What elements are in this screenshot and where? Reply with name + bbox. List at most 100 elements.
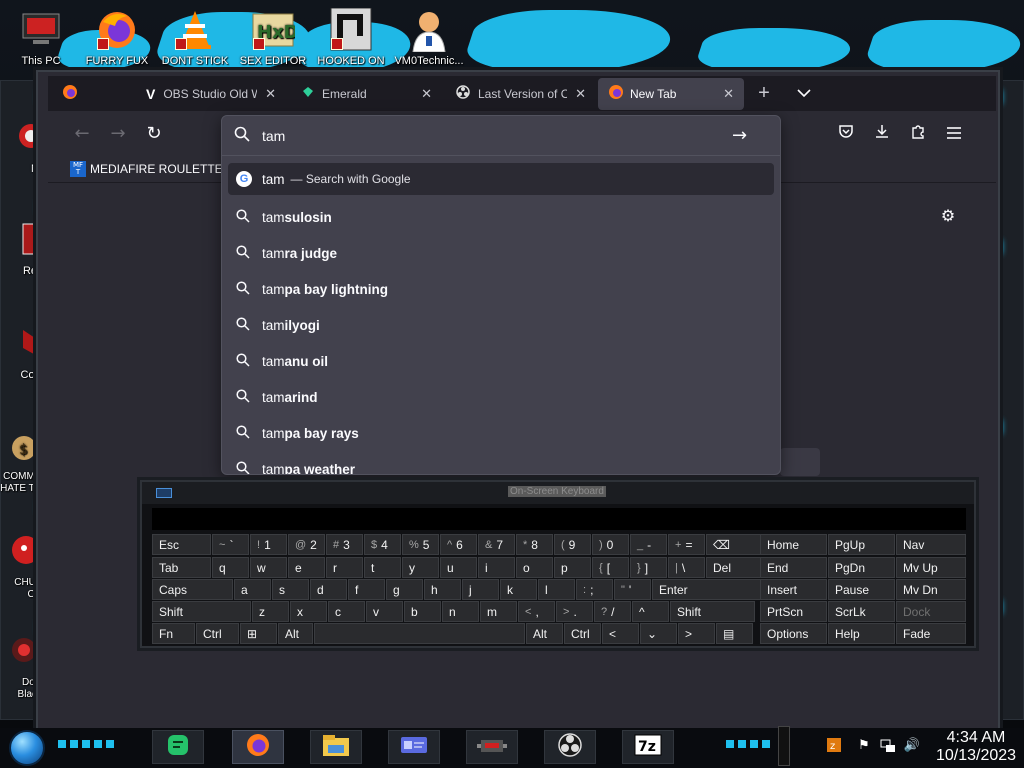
suggestion-item[interactable]: tam pa bay lightning	[222, 271, 780, 307]
osk-key[interactable]: :;	[576, 579, 613, 600]
taskbar-app-obs[interactable]	[544, 730, 596, 764]
forward-button[interactable]: →	[102, 111, 134, 155]
go-arrow-icon[interactable]: →	[732, 125, 747, 146]
suggestion-item[interactable]: tam pa weather	[222, 451, 780, 474]
osk-nav-key[interactable]: ScrLk	[828, 601, 895, 622]
suggestion-item[interactable]: tam ra judge	[222, 235, 780, 271]
osk-key[interactable]: ? /	[594, 601, 631, 622]
taskbar-app-notes[interactable]	[152, 730, 204, 764]
osk-key[interactable]: _ -	[630, 534, 667, 555]
osk-key[interactable]: <,	[518, 601, 555, 622]
osk-key[interactable]: #3	[326, 534, 363, 555]
osk-key[interactable]: Alt	[278, 623, 313, 644]
bookmark-item[interactable]: MF T MEDIAFIRE ROULETTER	[70, 160, 231, 177]
taskbar-app-7zip[interactable]: 7z	[622, 730, 674, 764]
desktop-icon-sex-editor[interactable]: HxD SEX EDITOR	[236, 8, 310, 67]
desktop-icon-vm0technic[interactable]: VM0Technic...	[392, 8, 466, 67]
volume-icon[interactable]: 🔊	[904, 737, 920, 753]
extensions-button[interactable]	[902, 111, 934, 155]
osk-key[interactable]: Shift	[670, 601, 755, 622]
close-icon[interactable]: ✕	[421, 86, 432, 102]
osk-key[interactable]: Esc	[152, 534, 211, 555]
osk-key[interactable]: d	[310, 579, 347, 600]
show-desktop-strip[interactable]	[778, 726, 790, 766]
osk-nav-key[interactable]: Home	[760, 534, 827, 555]
osk-key[interactable]: f	[348, 579, 385, 600]
osk-key[interactable]: $4	[364, 534, 401, 555]
tab-last-version-obs[interactable]: Last Version of OB ✕	[446, 78, 596, 110]
osk-key[interactable]: {[	[592, 557, 629, 578]
suggestion-item[interactable]: tam sulosin	[222, 199, 780, 235]
customize-new-tab-button[interactable]: ⚙	[938, 205, 958, 225]
taskbar-app-id-card[interactable]	[388, 730, 440, 764]
osk-key[interactable]: | \	[668, 557, 705, 578]
downloads-button[interactable]	[866, 111, 898, 155]
osk-key[interactable]: ) 0	[592, 534, 629, 555]
flag-icon[interactable]: ⚑	[856, 737, 872, 753]
osk-key[interactable]: c	[328, 601, 365, 622]
desktop-icon-furry-fux[interactable]: FURRY FUX	[80, 8, 154, 67]
url-input[interactable]	[262, 127, 732, 144]
osk-key[interactable]: u	[440, 557, 477, 578]
list-all-tabs-button[interactable]	[784, 78, 824, 110]
osk-key[interactable]: }]	[630, 557, 667, 578]
osk-key[interactable]: Enter	[652, 579, 761, 600]
tab-new-tab[interactable]: New Tab ✕	[598, 77, 744, 110]
osk-key[interactable]: Fn	[152, 623, 195, 644]
osk-key[interactable]: Del	[706, 557, 763, 578]
new-tab-button[interactable]: +	[744, 78, 784, 110]
osk-key[interactable]	[314, 623, 525, 644]
osk-nav-key[interactable]: PrtScn	[760, 601, 827, 622]
osk-key[interactable]: y	[402, 557, 439, 578]
osk-key[interactable]: Caps	[152, 579, 233, 600]
osk-key[interactable]: " '	[614, 579, 651, 600]
desktop-icon-hooked-on[interactable]: HOOKED ON	[314, 7, 388, 67]
osk-key[interactable]: <	[602, 623, 639, 644]
osk-key[interactable]: + =	[668, 534, 705, 555]
osk-nav-key[interactable]: Help	[828, 623, 895, 644]
osk-key[interactable]: >.	[556, 601, 593, 622]
osk-nav-key[interactable]: Fade	[896, 623, 966, 644]
osk-key[interactable]: b	[404, 601, 441, 622]
pocket-button[interactable]	[830, 111, 862, 155]
osk-key[interactable]: * 8	[516, 534, 553, 555]
osk-key[interactable]: a	[234, 579, 271, 600]
osk-nav-key[interactable]: Dock	[896, 601, 966, 622]
osk-key[interactable]: ⌄	[640, 623, 677, 644]
app-menu-button[interactable]	[938, 111, 970, 155]
osk-nav-key[interactable]: Options	[760, 623, 827, 644]
osk-key[interactable]: t	[364, 557, 401, 578]
osk-key[interactable]: @2	[288, 534, 325, 555]
osk-key[interactable]: e	[288, 557, 325, 578]
osk-key[interactable]: m	[480, 601, 517, 622]
close-icon[interactable]: ✕	[265, 86, 276, 102]
osk-key[interactable]: Ctrl	[564, 623, 601, 644]
osk-key[interactable]: ^ 6	[440, 534, 477, 555]
osk-key[interactable]: r	[326, 557, 363, 578]
start-button[interactable]	[9, 730, 45, 766]
osk-nav-key[interactable]: Insert	[760, 579, 827, 600]
osk-key[interactable]: ⌫	[706, 534, 763, 555]
reload-button[interactable]: ↻	[138, 111, 170, 155]
taskbar-app-file-explorer[interactable]	[310, 730, 362, 764]
suggestion-item[interactable]: tam ilyogi	[222, 307, 780, 343]
osk-key[interactable]: x	[290, 601, 327, 622]
osk-key[interactable]: v	[366, 601, 403, 622]
osk-key[interactable]: k	[500, 579, 537, 600]
osk-key[interactable]: Tab	[152, 557, 211, 578]
osk-key[interactable]: ▤	[716, 623, 753, 644]
taskbar-app-firefox[interactable]	[232, 730, 284, 764]
desktop-icon-this-pc[interactable]: This PC	[4, 8, 78, 67]
osk-key[interactable]: h	[424, 579, 461, 600]
osk-key[interactable]: n	[442, 601, 479, 622]
desktop-icon-dont-stick[interactable]: DONT STICK	[158, 8, 232, 67]
system-clock[interactable]: 4:34 AM 10/13/2023	[928, 729, 1024, 765]
osk-title-bar[interactable]: On-Screen Keyboard	[142, 482, 974, 504]
osk-nav-key[interactable]: End	[760, 557, 827, 578]
osk-key[interactable]: l	[538, 579, 575, 600]
osk-key[interactable]: s	[272, 579, 309, 600]
osk-key[interactable]: Shift	[152, 601, 251, 622]
osk-key[interactable]: p	[554, 557, 591, 578]
network-status-icon[interactable]	[880, 737, 896, 753]
osk-nav-key[interactable]: Mv Dn	[896, 579, 966, 600]
